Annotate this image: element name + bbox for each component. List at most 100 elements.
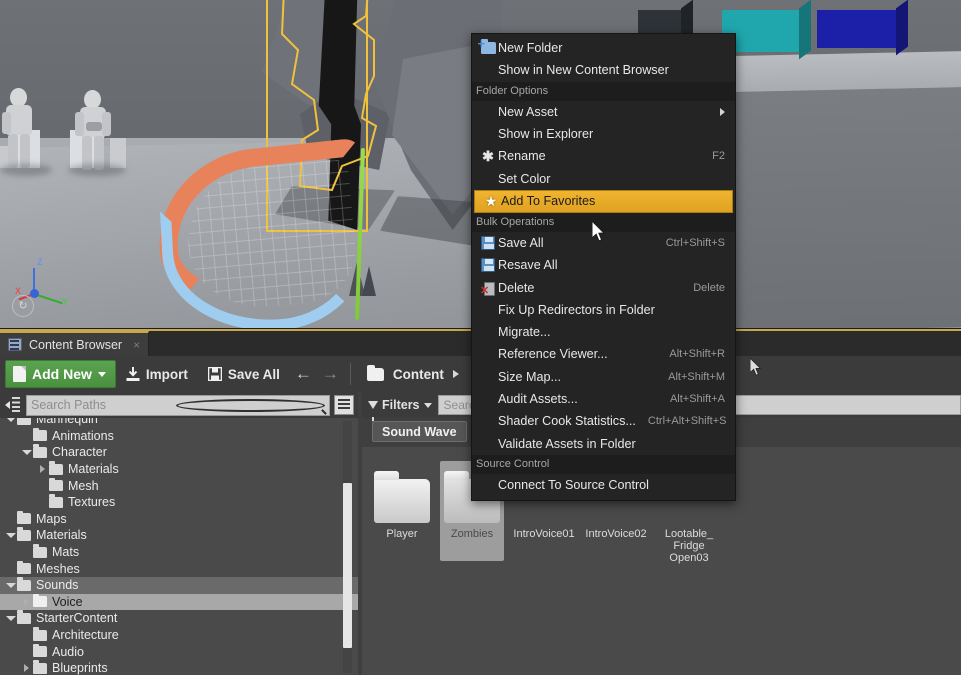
tree-item-textures[interactable]: Textures bbox=[0, 494, 358, 511]
tab-label: Content Browser bbox=[29, 337, 123, 352]
tree-item-audio[interactable]: Audio bbox=[0, 643, 358, 660]
tree-item-architecture[interactable]: Architecture bbox=[0, 627, 358, 644]
add-new-label: Add New bbox=[32, 366, 92, 382]
menu-item-size-map[interactable]: Size Map... Alt+Shift+M bbox=[472, 366, 735, 388]
chevron-right-icon[interactable] bbox=[452, 370, 459, 378]
rename-icon: ✱ bbox=[482, 148, 494, 165]
mannequin-right bbox=[66, 90, 138, 176]
nav-back-button[interactable]: ← bbox=[290, 364, 317, 384]
save-icon bbox=[478, 235, 498, 250]
add-new-button[interactable]: Add New bbox=[5, 360, 116, 388]
new-document-icon bbox=[13, 366, 26, 382]
asset-label: IntroVoice01 bbox=[513, 528, 575, 540]
menu-item-migrate[interactable]: Migrate... bbox=[472, 321, 735, 343]
tree-item-mannequin[interactable]: Mannequin bbox=[0, 418, 358, 428]
asset-tile[interactable]: Player bbox=[370, 461, 434, 561]
menu-item-fix-up-redirectors-in-folder[interactable]: Fix Up Redirectors in Folder bbox=[472, 299, 735, 321]
menu-item-rename[interactable]: ✱ Rename F2 bbox=[472, 145, 735, 167]
menu-item-shader-cook-statistics[interactable]: Shader Cook Statistics... Ctrl+Alt+Shift+… bbox=[472, 410, 735, 432]
twisty-expanded-icon[interactable] bbox=[20, 449, 33, 455]
menu-item-new-asset[interactable]: New Asset bbox=[472, 101, 735, 123]
filter-icon bbox=[368, 401, 378, 421]
menu-item-shortcut: Alt+Shift+R bbox=[669, 348, 725, 361]
menu-item-set-color[interactable]: Set Color bbox=[472, 167, 735, 189]
tab-content-browser[interactable]: Content Browser × bbox=[0, 331, 150, 356]
prop-cube-blue bbox=[817, 0, 908, 56]
save-all-button[interactable]: Save All bbox=[198, 360, 290, 388]
tree-item-label: Meshes bbox=[36, 561, 80, 576]
star-icon: ★ bbox=[484, 193, 498, 210]
folder-context-menu[interactable]: New Folder Show in New Content Browser Fol… bbox=[471, 33, 736, 502]
tree-item-maps[interactable]: Maps bbox=[0, 510, 358, 528]
tree-item-sounds[interactable]: Sounds bbox=[0, 576, 358, 594]
breadcrumb-label: Content bbox=[392, 366, 444, 382]
tree-item-character[interactable]: Character bbox=[0, 444, 358, 461]
menu-item-reference-viewer[interactable]: Reference Viewer... Alt+Shift+R bbox=[472, 343, 735, 365]
folder-icon bbox=[49, 461, 63, 475]
menu-item-audit-assets[interactable]: Audit Assets... Alt+Shift+A bbox=[472, 388, 735, 410]
close-icon[interactable]: × bbox=[133, 338, 140, 352]
tree-item-blueprints[interactable]: Blueprints bbox=[0, 660, 358, 675]
twisty-collapsed-icon[interactable] bbox=[20, 597, 33, 606]
tree-expand-icon[interactable] bbox=[4, 396, 22, 414]
mannequin-left bbox=[0, 88, 60, 176]
filters-button[interactable]: Filters bbox=[368, 398, 432, 421]
menu-item-label: Set Color bbox=[498, 171, 551, 186]
menu-item-new-folder[interactable]: New Folder bbox=[472, 37, 735, 59]
mouse-cursor-secondary bbox=[750, 358, 762, 376]
menu-item-label: Connect To Source Control bbox=[498, 477, 649, 492]
floppy-save-icon bbox=[207, 367, 222, 381]
folder-icon bbox=[17, 560, 31, 575]
rotation-arc-blue[interactable] bbox=[159, 200, 372, 330]
tree-item-startercontent[interactable]: StarterContent bbox=[0, 610, 358, 627]
tree-item-label: Mesh bbox=[68, 478, 99, 493]
breadcrumb-content[interactable]: Content bbox=[357, 360, 469, 388]
active-filter-sound-wave[interactable]: Sound Wave bbox=[372, 421, 467, 442]
search-paths-input[interactable]: Search Paths bbox=[26, 394, 330, 416]
tree-item-mats[interactable]: Mats bbox=[0, 544, 358, 561]
menu-item-delete[interactable]: Delete Delete bbox=[472, 276, 735, 298]
rotation-gizmo[interactable] bbox=[150, 137, 408, 330]
tree-scrollbar-thumb[interactable] bbox=[343, 483, 352, 648]
menu-item-show-in-new-content-browser[interactable]: Show in New Content Browser bbox=[472, 59, 735, 81]
menu-item-resave-all[interactable]: Resave All bbox=[472, 254, 735, 276]
menu-item-label: Delete bbox=[498, 280, 535, 295]
twisty-expanded-icon[interactable] bbox=[4, 582, 17, 588]
menu-item-label: Audit Assets... bbox=[498, 392, 578, 406]
menu-item-add-to-favorites[interactable]: ★ Add To Favorites bbox=[474, 189, 733, 213]
import-button[interactable]: Import bbox=[116, 360, 198, 388]
save-all-label: Save All bbox=[227, 366, 280, 382]
menu-item-connect-to-source-control[interactable]: Connect To Source Control bbox=[472, 474, 735, 496]
menu-item-label: Migrate... bbox=[498, 325, 551, 340]
twisty-expanded-icon[interactable] bbox=[4, 418, 17, 422]
twisty-expanded-icon[interactable] bbox=[4, 615, 17, 621]
asset-label: Zombies bbox=[450, 528, 494, 540]
tree-item-mesh[interactable]: Mesh bbox=[0, 477, 358, 494]
submenu-arrow-icon bbox=[720, 107, 725, 116]
menu-section-header: Source Control bbox=[472, 454, 735, 474]
menu-item-shortcut: Alt+Shift+M bbox=[668, 370, 725, 383]
tree-item-materials[interactable]: Materials bbox=[0, 461, 358, 478]
nav-forward-button[interactable]: → bbox=[317, 364, 344, 384]
folder-icon bbox=[33, 427, 47, 442]
menu-item-label: Validate Assets in Folder bbox=[498, 436, 636, 451]
twisty-expanded-icon[interactable] bbox=[4, 532, 17, 538]
tree-item-voice[interactable]: Voice bbox=[0, 593, 358, 611]
search-paths-placeholder: Search Paths bbox=[31, 398, 107, 412]
tree-item-animations[interactable]: Animations bbox=[0, 427, 358, 445]
path-tree[interactable]: Mannequin Animations Character Materials Mes… bbox=[0, 418, 358, 675]
folder-thumbnail bbox=[370, 461, 434, 523]
tree-item-meshes[interactable]: Meshes bbox=[0, 560, 358, 577]
menu-item-show-in-explorer[interactable]: Show in Explorer bbox=[472, 123, 735, 145]
new-folder-icon bbox=[478, 38, 498, 55]
view-options-button[interactable] bbox=[334, 395, 354, 415]
chevron-down-icon bbox=[423, 402, 432, 408]
tree-item-label: Mannequin bbox=[36, 418, 98, 427]
tree-item-materials[interactable]: Materials bbox=[0, 527, 358, 544]
twisty-collapsed-icon[interactable] bbox=[36, 465, 49, 474]
viewport-nav-icon[interactable]: ↻ bbox=[12, 295, 34, 317]
twisty-collapsed-icon[interactable] bbox=[20, 664, 33, 673]
folder-icon bbox=[49, 494, 63, 508]
active-filter-label: Sound Wave bbox=[382, 424, 457, 439]
menu-item-validate-assets-in-folder[interactable]: Validate Assets in Folder bbox=[472, 432, 735, 454]
